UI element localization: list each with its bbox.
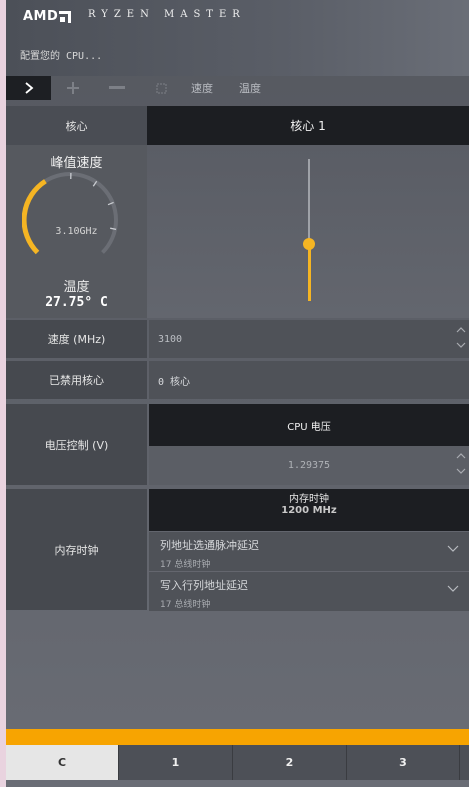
- remove-button[interactable]: [95, 76, 139, 100]
- ryzen-master-window: AMD RYZEN MASTER 配置您的 CPU... 速度 温度 核心 核心…: [6, 0, 469, 787]
- add-button[interactable]: [51, 76, 95, 100]
- tab-1[interactable]: 1: [119, 745, 233, 780]
- chevron-right-icon: [24, 82, 33, 94]
- subtitle: 配置您的 CPU...: [20, 51, 103, 62]
- tab-2[interactable]: 2: [233, 745, 347, 780]
- speed-gauge: [22, 172, 118, 255]
- cas-latency-item[interactable]: 列地址选通脉冲延迟 17 总线时钟: [149, 532, 469, 571]
- brand-text: AMD: [23, 9, 59, 24]
- plus-icon: [67, 82, 79, 94]
- peak-speed-label: 峰值速度: [50, 156, 103, 171]
- amd-logo: AMD: [23, 9, 72, 24]
- speed-spinner: [455, 322, 467, 356]
- chevron-down-icon: [456, 468, 466, 474]
- chevron-down-icon: [447, 585, 459, 592]
- core-selector[interactable]: 核心 1: [147, 106, 469, 145]
- gauge-panel: 峰值速度 3.10GHz 温度 27.75° C: [6, 145, 147, 318]
- cpu-voltage-value: 1.29375: [287, 460, 331, 471]
- speed-input[interactable]: 3100: [149, 320, 469, 358]
- list-item-title: 列地址选通脉冲延迟: [160, 539, 259, 552]
- memory-clock-value: 1200 MHz: [281, 505, 337, 516]
- list-item-subtitle: 17 总线时钟: [160, 600, 211, 610]
- temperature-toggle[interactable]: 温度: [239, 80, 261, 96]
- decrement-button[interactable]: [455, 337, 467, 352]
- increment-button[interactable]: [455, 322, 467, 337]
- profile-tabs: C 1 2 3: [6, 745, 469, 780]
- square-icon: [156, 83, 166, 93]
- toolbar: 速度 温度: [6, 76, 469, 100]
- chevron-down-icon: [447, 545, 459, 552]
- slider-thumb[interactable]: [303, 238, 315, 251]
- list-item-subtitle: 17 总线时钟: [160, 560, 211, 570]
- product-name: RYZEN MASTER: [88, 9, 246, 20]
- list-item-title: 写入行列地址延迟: [160, 579, 248, 592]
- memory-clock-title: 内存时钟: [289, 494, 329, 505]
- expand-button[interactable]: [6, 76, 51, 100]
- cpu-voltage-input[interactable]: 1.29375: [149, 446, 469, 485]
- slider-fill: [308, 244, 311, 301]
- ras-to-cas-write-item[interactable]: 写入行列地址延迟 17 总线时钟: [149, 572, 469, 611]
- accent-bar: [6, 729, 469, 745]
- header: AMD RYZEN MASTER 配置您的 CPU...: [6, 0, 469, 76]
- temperature-label: 温度: [63, 280, 90, 295]
- speed-value: 3.10GHz: [55, 226, 98, 237]
- chevron-up-icon: [456, 452, 466, 458]
- minus-icon: [109, 86, 125, 89]
- voltage-spinner: [455, 448, 467, 482]
- tab-3[interactable]: 3: [347, 745, 460, 780]
- chevron-up-icon: [456, 326, 466, 332]
- speed-row: 速度 (MHz) 3100: [6, 320, 469, 358]
- voltage-decrement-button[interactable]: [455, 463, 467, 478]
- speed-toggle[interactable]: 速度: [191, 80, 213, 96]
- memory-clock-label: 内存时钟: [6, 489, 147, 610]
- voltage-increment-button[interactable]: [455, 448, 467, 463]
- voltage-control-label: 电压控制 (V): [6, 404, 147, 485]
- disabled-cores-label: 已禁用核心: [6, 361, 147, 399]
- amd-arrow-icon: [59, 11, 72, 23]
- compare-button[interactable]: [139, 76, 183, 100]
- speed-slider-panel: [147, 145, 469, 318]
- chevron-down-icon: [456, 342, 466, 348]
- speed-row-label: 速度 (MHz): [6, 320, 147, 358]
- temperature-value: 27.75° C: [45, 295, 108, 310]
- memory-clock-header: 内存时钟 1200 MHz: [149, 489, 469, 531]
- core-row-label: 核心: [6, 106, 147, 145]
- tab-c[interactable]: C: [6, 745, 119, 780]
- cpu-voltage-header: CPU 电压: [149, 404, 469, 446]
- disabled-cores-row: 已禁用核心 0 核心: [6, 361, 469, 399]
- disabled-cores-value: 0 核心: [149, 361, 469, 399]
